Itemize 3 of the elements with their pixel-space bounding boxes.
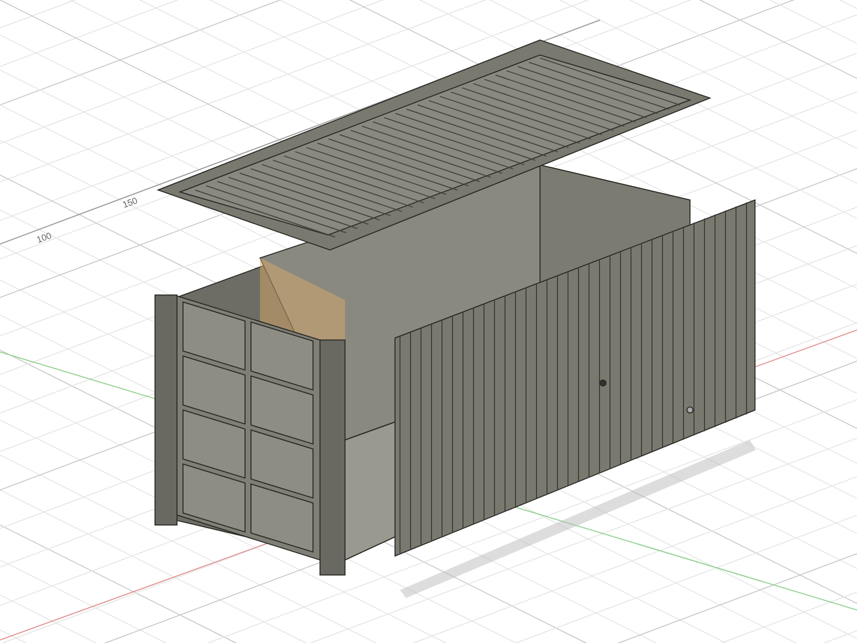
grid-label: 100: [35, 230, 53, 245]
grid-label: 150: [121, 195, 139, 210]
viewport[interactable]: 150 100: [0, 0, 857, 643]
